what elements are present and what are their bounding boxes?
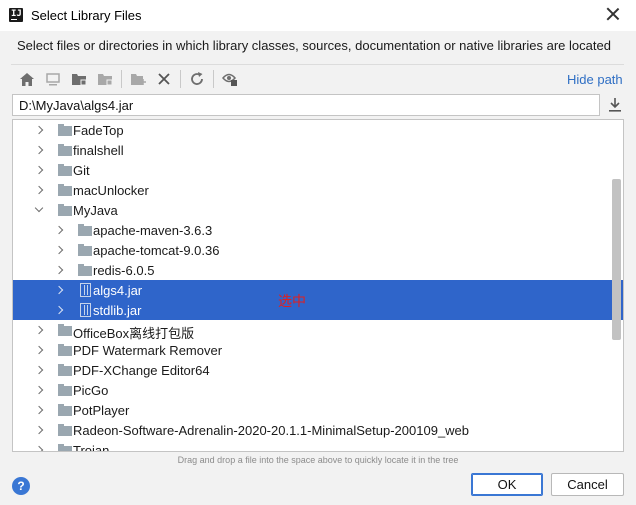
tree-item-label: PotPlayer [73,403,130,418]
module-folder-icon[interactable] [96,71,114,87]
folder-icon [58,164,72,176]
chevron-right-icon[interactable] [34,345,44,355]
tree-folder-item[interactable]: PDF-XChange Editor64 [13,360,623,380]
path-input[interactable] [12,94,600,116]
tree-item-label: redis-6.0.5 [93,263,155,278]
tree-folder-item[interactable]: OfficeBox离线打包版 [13,320,623,341]
folder-icon [58,364,72,376]
folder-icon [78,244,92,256]
tree-item-label: algs4.jar [93,283,143,298]
chevron-right-icon[interactable] [34,385,44,395]
toolbar-separator [121,70,122,88]
tree-item-label: apache-tomcat-9.0.36 [93,243,220,258]
chevron-right-icon[interactable] [34,405,44,415]
tree-folder-item[interactable]: PotPlayer [13,400,623,420]
tree-item-label: finalshell [73,143,124,158]
tree-folder-item[interactable]: macUnlocker [13,180,623,200]
tree-item-label: MyJava [73,203,118,218]
show-hidden-icon[interactable] [221,71,239,87]
dialog-description: Select files or directories in which lib… [17,38,611,53]
folder-icon [58,404,72,416]
tree-item-label: stdlib.jar [93,303,142,318]
chevron-right-icon[interactable] [54,225,64,235]
tree-jar-item[interactable]: stdlib.jar [13,300,623,320]
tree-scrollbar[interactable] [612,179,621,340]
chevron-right-icon[interactable] [34,125,44,135]
tree-item-label: Radeon-Software-Adrenalin-2020-20.1.1-Mi… [73,423,470,438]
chevron-right-icon[interactable] [34,145,44,155]
folder-icon [58,444,72,451]
ok-button[interactable]: OK [471,473,543,496]
help-icon[interactable]: ? [12,477,30,495]
tree-folder-item[interactable]: Git [13,160,623,180]
chevron-right-icon[interactable] [54,305,64,315]
home-icon[interactable] [18,71,36,87]
cancel-button[interactable]: Cancel [551,473,624,496]
delete-icon[interactable] [155,71,173,87]
tree-folder-item[interactable]: Radeon-Software-Adrenalin-2020-20.1.1-Mi… [13,420,623,440]
desktop-icon[interactable] [44,71,62,87]
chevron-right-icon[interactable] [34,445,44,451]
window-title: Select Library Files [31,8,142,23]
tree-folder-item[interactable]: PDF Watermark Remover [13,340,623,360]
refresh-icon[interactable] [188,71,206,87]
title-bar: IJ Select Library Files [0,0,636,31]
download-icon[interactable] [608,97,622,113]
tree-item-label: PicGo [73,383,109,398]
folder-icon [58,324,72,336]
annotation-text: 选中 [278,294,306,310]
tree-folder-item[interactable]: apache-maven-3.6.3 [13,220,623,240]
tree-folder-item[interactable]: finalshell [13,140,623,160]
hide-path-link[interactable]: Hide path [567,72,623,87]
folder-icon [58,184,72,196]
folder-icon [58,204,72,216]
tree-folder-item[interactable]: MyJava [13,200,623,220]
tree-folder-item[interactable]: PicGo [13,380,623,400]
new-folder-icon[interactable] [129,71,147,87]
tree-folder-item[interactable]: apache-tomcat-9.0.36 [13,240,623,260]
tree-folder-item[interactable]: redis-6.0.5 [13,260,623,280]
tree-folder-item[interactable]: Trojan [13,440,623,452]
folder-icon [58,344,72,356]
folder-icon [78,224,92,236]
tree-item-label: apache-maven-3.6.3 [93,223,213,238]
folder-icon [58,124,72,136]
chevron-down-icon[interactable] [34,203,44,213]
tree-item-label: Git [73,163,90,178]
chevron-right-icon[interactable] [54,245,64,255]
tree-item-label: PDF-XChange Editor64 [73,363,210,378]
folder-icon [78,264,92,276]
toolbar-separator [213,70,214,88]
file-tree[interactable]: FadeTop finalshell Git macUnlocker MyJava apa… [12,119,624,452]
intellij-app-icon: IJ [9,8,23,22]
chevron-right-icon[interactable] [34,185,44,195]
jar-file-icon [80,283,91,297]
tree-item-label: macUnlocker [73,183,149,198]
project-folder-icon[interactable] [70,71,88,87]
jar-file-icon [80,303,91,317]
drag-drop-hint: Drag and drop a file into the space abov… [177,455,459,465]
close-icon[interactable] [606,7,620,21]
tree-folder-item[interactable]: FadeTop [13,120,623,140]
tree-item-label: Trojan [73,443,110,452]
chevron-right-icon[interactable] [54,265,64,275]
chevron-right-icon[interactable] [34,365,44,375]
chevron-right-icon[interactable] [34,325,44,335]
folder-icon [58,424,72,436]
chevron-right-icon[interactable] [54,285,64,295]
folder-icon [58,144,72,156]
chevron-right-icon[interactable] [34,425,44,435]
tree-item-label: FadeTop [73,123,124,138]
folder-icon [58,384,72,396]
tree-item-label: PDF Watermark Remover [73,343,223,358]
toolbar-separator [180,70,181,88]
tree-jar-item[interactable]: algs4.jar [13,280,623,300]
chevron-right-icon[interactable] [34,165,44,175]
